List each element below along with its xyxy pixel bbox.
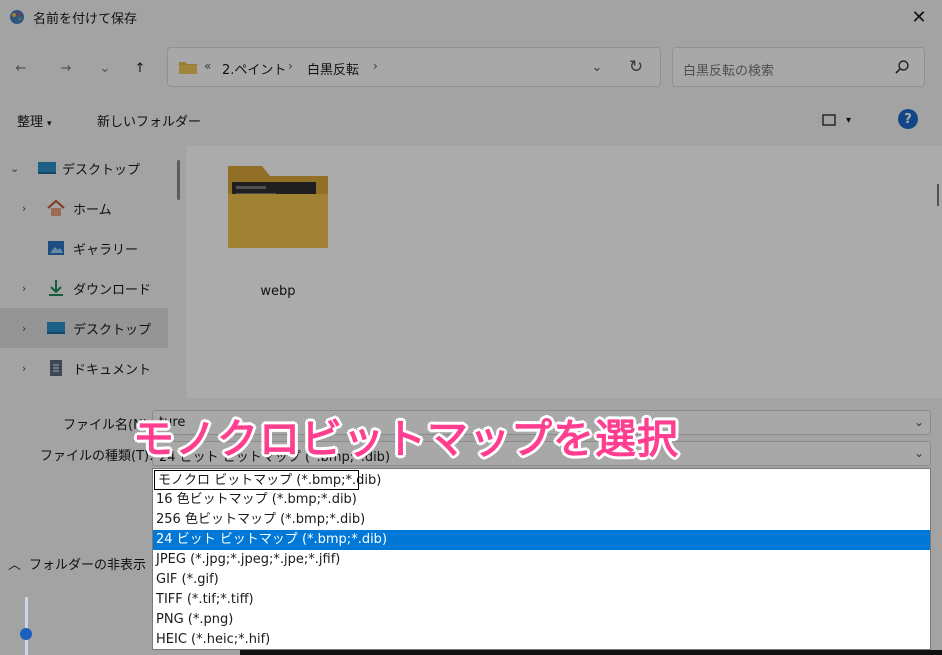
slider-thumb[interactable] bbox=[20, 628, 32, 640]
hide-folders-button[interactable]: ︿ フォルダーの非表示 bbox=[8, 554, 146, 573]
sidebar-item-label: ドキュメント bbox=[73, 362, 152, 378]
desktop-icon bbox=[47, 322, 65, 334]
breadcrumb-paint[interactable]: 2.ペイント bbox=[222, 59, 286, 78]
window-title: 名前を付けて保存 bbox=[33, 12, 138, 27]
forward-arrow-icon: → bbox=[60, 60, 72, 76]
forward-button[interactable]: → bbox=[53, 56, 79, 80]
up-arrow-icon: ↑ bbox=[134, 60, 146, 76]
document-icon bbox=[50, 360, 62, 376]
expand-icon[interactable]: › bbox=[22, 362, 26, 375]
download-icon bbox=[49, 280, 63, 296]
folder-icon bbox=[179, 62, 197, 74]
close-button[interactable]: ✕ bbox=[896, 0, 942, 34]
search-placeholder: 白黒反転の検索 bbox=[683, 64, 775, 79]
breadcrumb-shirokuro[interactable]: 白黒反転 bbox=[307, 59, 359, 78]
breadcrumb-separator: › bbox=[288, 59, 293, 73]
new-folder-button[interactable]: 新しいフォルダー bbox=[97, 111, 201, 130]
hide-folders-label: フォルダーの非表示 bbox=[29, 558, 147, 573]
sidebar-item-desktop[interactable]: ⌄ デスクトップ bbox=[0, 148, 168, 188]
filetype-dropdown-list: モノクロ ビットマップ (*.bmp;*.dib) 16 色ビットマップ (*.… bbox=[152, 468, 931, 650]
sidebar-scrollbar[interactable] bbox=[177, 160, 180, 200]
filetype-option-24bit[interactable]: 24 ビット ビットマップ (*.bmp;*.dib) bbox=[153, 530, 930, 550]
filetype-option-256color[interactable]: 256 色ビットマップ (*.bmp;*.dib) bbox=[153, 510, 930, 530]
sidebar-item-home[interactable]: › ホーム bbox=[0, 188, 168, 228]
annotation-callout: モノクロビットマップを選択 bbox=[133, 415, 679, 463]
close-icon: ✕ bbox=[911, 6, 927, 28]
main-scrollbar[interactable] bbox=[937, 184, 939, 206]
search-icon bbox=[895, 60, 909, 74]
new-folder-label: 新しいフォルダー bbox=[97, 115, 202, 130]
chevron-down-icon[interactable]: ⌄ bbox=[914, 415, 924, 429]
home-icon bbox=[47, 199, 65, 216]
overflow-chevron[interactable]: « bbox=[204, 59, 211, 73]
command-bar: 整理 ▾ 新しいフォルダー ▾ ? bbox=[0, 100, 942, 140]
filetype-option-tiff[interactable]: TIFF (*.tif;*.tiff) bbox=[153, 590, 930, 610]
folder-name: webp bbox=[260, 284, 296, 299]
view-icon bbox=[822, 114, 836, 126]
filetype-option-monochrome[interactable]: モノクロ ビットマップ (*.bmp;*.dib) bbox=[154, 470, 381, 490]
sidebar-item-label: ダウンロード bbox=[73, 282, 152, 298]
help-icon: ? bbox=[904, 111, 912, 127]
navigation-bar: ← → ⌄ ↑ « 2.ペイント › 白黒反転 › ⌄ ↻ 白黒反転の検索 bbox=[0, 40, 942, 94]
save-as-dialog: 名前を付けて保存 ✕ ← → ⌄ ↑ « 2.ペイント › 白黒反転 › ⌄ ↻… bbox=[0, 0, 942, 655]
sidebar-item-gallery[interactable]: ギャラリー bbox=[0, 228, 168, 268]
address-bar[interactable]: « 2.ペイント › 白黒反転 › ⌄ ↻ bbox=[167, 47, 661, 87]
folder-icon bbox=[228, 166, 328, 248]
expand-icon[interactable]: › bbox=[22, 202, 26, 215]
title-bar: 名前を付けて保存 ✕ bbox=[0, 0, 942, 34]
desktop-icon bbox=[38, 162, 56, 174]
chevron-up-icon: ︿ bbox=[8, 558, 22, 573]
caret-down-icon: ▾ bbox=[846, 114, 852, 126]
folder-item[interactable]: webp bbox=[222, 160, 334, 299]
file-list: webp bbox=[186, 146, 942, 398]
navigation-pane: ⌄ デスクトップ › ホーム ギャラリー › ダウンロード › デスクトップ › bbox=[0, 146, 182, 398]
paint-app-icon bbox=[10, 10, 24, 24]
sidebar-item-desktop-2[interactable]: › デスクトップ bbox=[0, 308, 168, 348]
sidebar-item-documents[interactable]: › ドキュメント bbox=[0, 348, 168, 388]
chevron-down-icon: ⌄ bbox=[591, 59, 603, 75]
expand-icon[interactable]: ⌄ bbox=[10, 162, 19, 175]
filetype-option-png[interactable]: PNG (*.png) bbox=[153, 610, 930, 630]
filetype-option-16color[interactable]: 16 色ビットマップ (*.bmp;*.dib) bbox=[153, 490, 930, 510]
chevron-down-icon[interactable]: ⌄ bbox=[914, 446, 924, 460]
filetype-option-jpeg[interactable]: JPEG (*.jpg;*.jpeg;*.jpe;*.jfif) bbox=[153, 550, 930, 570]
expand-icon[interactable]: › bbox=[22, 282, 26, 295]
help-button[interactable]: ? bbox=[898, 109, 918, 129]
gallery-icon bbox=[48, 241, 64, 255]
address-dropdown-button[interactable]: ⌄ bbox=[587, 57, 607, 77]
caret-down-icon: ▾ bbox=[47, 119, 52, 129]
refresh-button[interactable]: ↻ bbox=[625, 56, 647, 78]
sidebar-item-downloads[interactable]: › ダウンロード bbox=[0, 268, 168, 308]
up-button[interactable]: ↑ bbox=[127, 56, 153, 80]
back-button[interactable]: ← bbox=[8, 56, 34, 80]
sidebar-item-label: ギャラリー bbox=[73, 242, 139, 258]
refresh-icon: ↻ bbox=[628, 57, 644, 77]
expand-icon[interactable]: › bbox=[22, 322, 26, 335]
background-strip bbox=[240, 650, 942, 655]
sidebar-item-label: デスクトップ bbox=[62, 162, 141, 178]
sidebar-item-label: ホーム bbox=[73, 202, 112, 218]
filetype-option-gif[interactable]: GIF (*.gif) bbox=[153, 570, 930, 590]
view-options-button[interactable]: ▾ bbox=[822, 111, 862, 129]
sidebar-item-label: デスクトップ bbox=[73, 322, 152, 338]
breadcrumb-separator: › bbox=[373, 59, 378, 73]
recent-locations-button[interactable]: ⌄ bbox=[92, 56, 118, 80]
organize-button[interactable]: 整理 ▾ bbox=[17, 111, 52, 130]
chevron-down-icon: ⌄ bbox=[99, 60, 111, 76]
back-arrow-icon: ← bbox=[15, 60, 27, 76]
search-box[interactable]: 白黒反転の検索 bbox=[672, 47, 925, 87]
filetype-option-heic[interactable]: HEIC (*.heic;*.hif) bbox=[153, 630, 930, 650]
organize-label: 整理 bbox=[17, 115, 44, 130]
slider-track bbox=[25, 597, 28, 655]
